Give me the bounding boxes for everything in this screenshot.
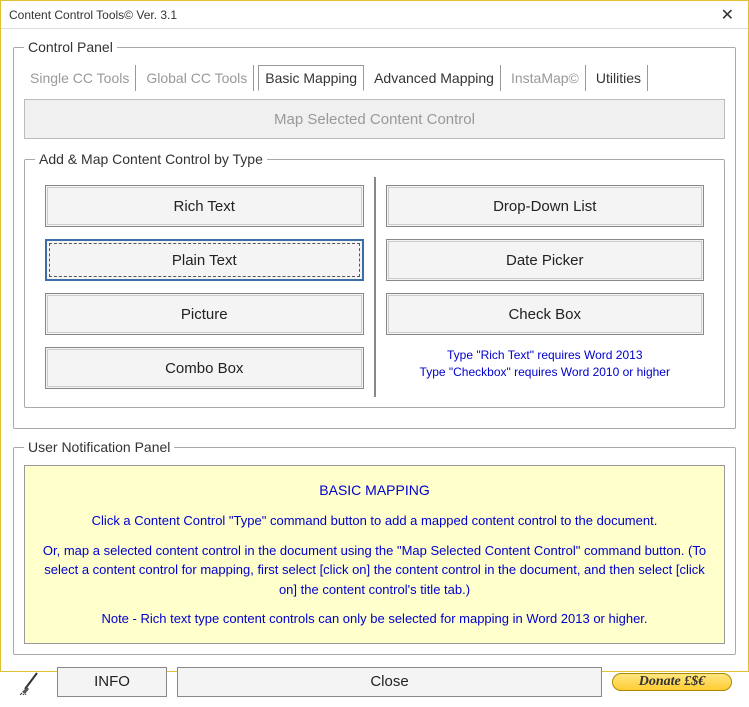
window-title: Content Control Tools© Ver. 3.1 <box>9 8 177 22</box>
drop-down-list-button[interactable]: Drop-Down List <box>386 185 705 227</box>
footer: INFO Close Donate £$€ <box>13 665 736 699</box>
notification-title: BASIC MAPPING <box>35 480 714 501</box>
combo-box-button[interactable]: Combo Box <box>45 347 364 389</box>
close-icon[interactable]: ✕ <box>715 3 740 27</box>
user-notification-legend: User Notification Panel <box>24 439 174 455</box>
info-button[interactable]: INFO <box>57 667 167 697</box>
add-map-type-legend: Add & Map Content Control by Type <box>35 151 267 167</box>
map-selected-button[interactable]: Map Selected Content Control <box>24 99 725 139</box>
window-body: Control Panel Single CC Tools Global CC … <box>1 29 748 707</box>
date-picker-button[interactable]: Date Picker <box>386 239 705 281</box>
type-col-left: Rich Text Plain Text Picture Combo Box <box>35 177 376 397</box>
broom-icon <box>17 667 47 697</box>
add-map-type-group: Add & Map Content Control by Type Rich T… <box>24 151 725 408</box>
type-col-right: Drop-Down List Date Picker Check Box Typ… <box>376 177 715 397</box>
notification-p1: Click a Content Control "Type" command b… <box>35 511 714 531</box>
req-note-2: Type "Checkbox" requires Word 2010 or hi… <box>420 365 670 379</box>
control-panel-group: Control Panel Single CC Tools Global CC … <box>13 39 736 429</box>
tab-global-cc-tools[interactable]: Global CC Tools <box>140 65 254 91</box>
plain-text-button[interactable]: Plain Text <box>45 239 364 281</box>
notification-panel: BASIC MAPPING Click a Content Control "T… <box>24 465 725 644</box>
requirements-note: Type "Rich Text" requires Word 2013 Type… <box>386 347 705 381</box>
tabs: Single CC Tools Global CC Tools Basic Ma… <box>24 65 725 91</box>
type-grid: Rich Text Plain Text Picture Combo Box D… <box>35 177 714 397</box>
control-panel-legend: Control Panel <box>24 39 117 55</box>
donate-button[interactable]: Donate £$€ <box>612 673 732 691</box>
notification-p3: Note - Rich text type content controls c… <box>35 609 714 629</box>
tab-advanced-mapping[interactable]: Advanced Mapping <box>368 65 501 91</box>
close-button[interactable]: Close <box>177 667 602 697</box>
tab-utilities[interactable]: Utilities <box>590 65 648 91</box>
titlebar: Content Control Tools© Ver. 3.1 ✕ <box>1 1 748 29</box>
user-notification-group: User Notification Panel BASIC MAPPING Cl… <box>13 439 736 655</box>
notification-p2: Or, map a selected content control in th… <box>35 541 714 600</box>
tab-instamap[interactable]: InstaMap© <box>505 65 586 91</box>
picture-button[interactable]: Picture <box>45 293 364 335</box>
rich-text-button[interactable]: Rich Text <box>45 185 364 227</box>
req-note-1: Type "Rich Text" requires Word 2013 <box>447 348 643 362</box>
tab-single-cc-tools[interactable]: Single CC Tools <box>24 65 136 91</box>
tab-basic-mapping[interactable]: Basic Mapping <box>258 65 364 91</box>
check-box-button[interactable]: Check Box <box>386 293 705 335</box>
